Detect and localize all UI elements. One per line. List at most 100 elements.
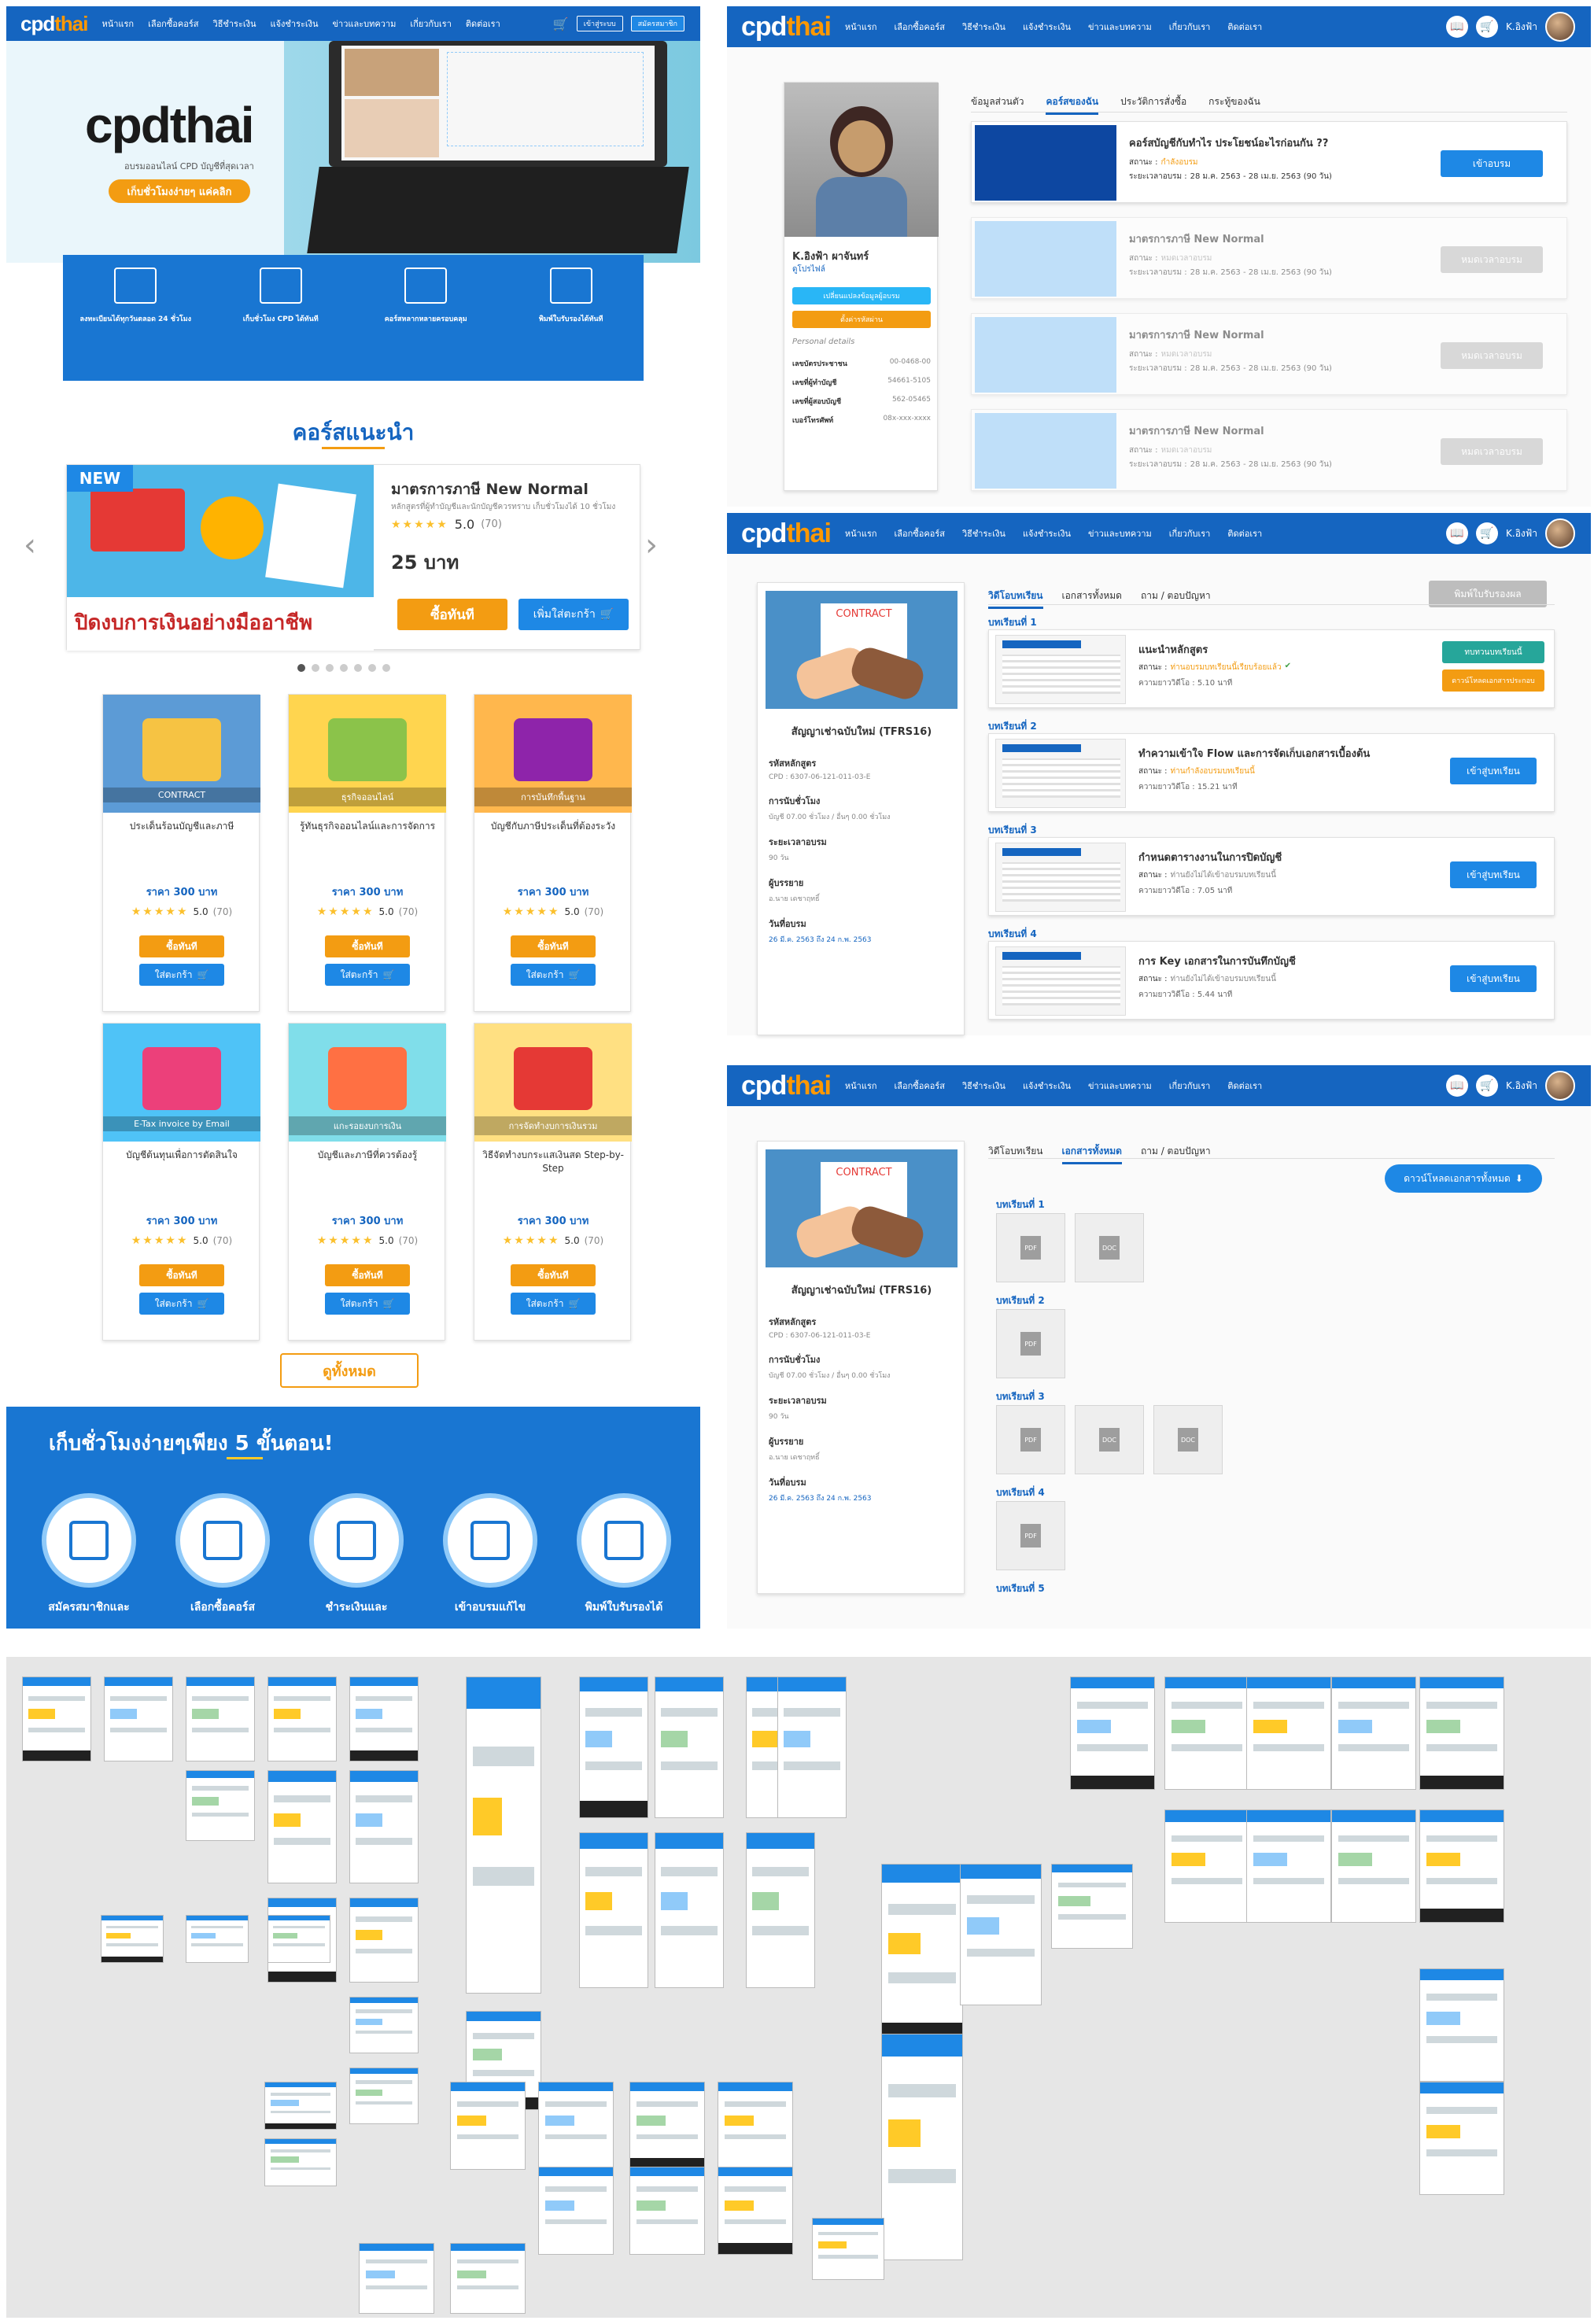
course-card[interactable]: ธุรกิจออนไลน์ รู้ทันธุรกิจออนไลน์และการจั…	[288, 694, 446, 1012]
canvas-frame-thumbnail[interactable]	[960, 1863, 1042, 2005]
menu-item-4[interactable]: ข่าวและบทความ	[1088, 20, 1152, 34]
user-avatar[interactable]	[1545, 518, 1575, 548]
course-card[interactable]: CONTRACT ประเด็นร้อนบัญชีและภาษี ราคา 300 …	[102, 694, 260, 1012]
canvas-frame-thumbnail[interactable]	[450, 2082, 526, 2170]
menu-item-1[interactable]: เลือกซื้อคอร์ส	[895, 526, 945, 540]
my-courses-icon[interactable]: 📖	[1446, 16, 1469, 38]
canvas-frame-thumbnail[interactable]	[538, 2082, 614, 2170]
tab-1[interactable]: เอกสารทั้งหมด	[1061, 1141, 1122, 1164]
canvas-frame-thumbnail[interactable]	[268, 1914, 330, 1963]
menu-item-3[interactable]: แจ้งชำระเงิน	[1023, 526, 1071, 540]
view-all-button[interactable]: ดูทั้งหมด	[280, 1353, 419, 1388]
canvas-frame-thumbnail[interactable]	[881, 1863, 963, 2045]
file-tile[interactable]: DOC	[1075, 1405, 1144, 1474]
canvas-frame-thumbnail[interactable]	[1070, 1677, 1155, 1791]
file-tile[interactable]: DOC	[1153, 1405, 1223, 1474]
canvas-frame-thumbnail[interactable]	[1419, 1809, 1504, 1924]
menu-item-1[interactable]: เลือกซื้อคอร์ส	[895, 20, 945, 34]
menu-item-0[interactable]: หน้าแรก	[101, 17, 134, 31]
site-logo[interactable]: cpdthai	[727, 518, 845, 549]
menu-item-6[interactable]: ติดต่อเรา	[1227, 1079, 1262, 1093]
canvas-frame-thumbnail[interactable]	[718, 2167, 793, 2255]
canvas-frame-thumbnail[interactable]	[450, 2243, 526, 2315]
canvas-frame-thumbnail[interactable]	[777, 1677, 847, 1819]
canvas-frame-thumbnail[interactable]	[538, 2167, 614, 2255]
buy-now-button[interactable]: ซื้อทันที	[139, 935, 224, 957]
site-logo[interactable]: cpdthai	[727, 1071, 845, 1101]
canvas-frame-thumbnail[interactable]	[629, 2167, 705, 2255]
course-card[interactable]: การบันทึกพื้นฐาน บัญชีกับภาษีประเด็นที่ต้…	[474, 694, 632, 1012]
canvas-frame-thumbnail[interactable]	[718, 2082, 793, 2170]
canvas-frame-thumbnail[interactable]	[264, 2138, 337, 2187]
add-to-cart-button[interactable]: ใส่ตะกร้า 🛒	[139, 1293, 224, 1315]
menu-item-2[interactable]: วิธีชำระเงิน	[962, 20, 1005, 34]
buy-now-button[interactable]: ซื้อทันที	[511, 935, 596, 957]
canvas-frame-thumbnail[interactable]	[101, 1914, 164, 1963]
canvas-frame-thumbnail[interactable]	[1419, 1677, 1504, 1791]
download-material-button[interactable]: ดาวน์โหลดเอกสารประกอบ	[1442, 670, 1544, 692]
canvas-frame-thumbnail[interactable]	[1051, 1863, 1133, 1949]
canvas-frame-thumbnail[interactable]	[268, 1677, 337, 1762]
canvas-frame-thumbnail[interactable]	[1331, 1809, 1416, 1924]
download-all-button[interactable]: ดาวน์โหลดเอกสารทั้งหมด ⬇	[1385, 1164, 1542, 1193]
tab-0[interactable]: วิดีโอบทเรียน	[988, 585, 1043, 609]
user-name[interactable]: K.อิงฟ้า	[1506, 1079, 1537, 1094]
course-card[interactable]: E-Tax invoice by Email บัญชีต้นทุนเพื่อกา…	[102, 1023, 260, 1341]
canvas-frame-thumbnail[interactable]	[1246, 1809, 1331, 1924]
user-name[interactable]: K.อิงฟ้า	[1506, 526, 1537, 541]
review-lesson-button[interactable]: ทบทวนบทเรียนนี้	[1442, 641, 1544, 663]
menu-item-2[interactable]: วิธีชำระเงิน	[962, 1079, 1005, 1093]
canvas-frame-thumbnail[interactable]	[349, 1770, 419, 1883]
canvas-frame-thumbnail[interactable]	[1164, 1677, 1249, 1791]
enter-lesson-button[interactable]: เข้าสู่บทเรียน	[1450, 965, 1537, 992]
buy-now-button[interactable]: ซื้อทันที	[325, 1264, 410, 1286]
file-tile[interactable]: PDF	[996, 1309, 1065, 1378]
canvas-frame-thumbnail[interactable]	[655, 1677, 724, 1819]
canvas-frame-thumbnail[interactable]	[579, 1677, 648, 1819]
file-tile[interactable]: PDF	[996, 1405, 1065, 1474]
canvas-frame-thumbnail[interactable]	[881, 2033, 963, 2260]
canvas-frame-thumbnail[interactable]	[812, 2217, 884, 2280]
print-certificate-button[interactable]: พิมพ์ใบรับรองผล	[1429, 581, 1547, 607]
course-card[interactable]: การจัดทำงบการเงินรวม วิธีจัดทำงบกระแสเงิน…	[474, 1023, 632, 1341]
canvas-frame-thumbnail[interactable]	[1419, 1968, 1504, 2082]
edit-profile-button[interactable]: เปลี่ยนแปลงข้อมูลผู้อบรม	[792, 287, 931, 304]
menu-item-2[interactable]: วิธีชำระเงิน	[962, 526, 1005, 540]
menu-item-2[interactable]: วิธีชำระเงิน	[213, 17, 256, 31]
canvas-frame-thumbnail[interactable]	[186, 1914, 249, 1963]
add-to-cart-button[interactable]: ใส่ตะกร้า 🛒	[325, 964, 410, 986]
menu-item-4[interactable]: ข่าวและบทความ	[1088, 526, 1152, 540]
user-name[interactable]: K.อิงฟ้า	[1506, 20, 1537, 35]
cart-icon[interactable]: 🛒	[1476, 16, 1499, 38]
canvas-frame-thumbnail[interactable]	[629, 2082, 705, 2170]
canvas-frame-thumbnail[interactable]	[1246, 1677, 1331, 1791]
canvas-frame-thumbnail[interactable]	[186, 1770, 255, 1841]
enter-course-button[interactable]: เข้าอบรม	[1441, 150, 1543, 177]
menu-item-6[interactable]: ติดต่อเรา	[466, 17, 500, 31]
menu-item-5[interactable]: เกี่ยวกับเรา	[1169, 20, 1211, 34]
buy-now-button[interactable]: ซื้อทันที	[511, 1264, 596, 1286]
cart-icon[interactable]: 🛒	[1476, 1075, 1499, 1097]
user-avatar[interactable]	[1545, 12, 1575, 42]
set-password-button[interactable]: ตั้งค่ารหัสผ่าน	[792, 311, 931, 328]
register-button[interactable]: สมัครสมาชิก	[630, 16, 684, 31]
canvas-frame-thumbnail[interactable]	[359, 2243, 434, 2315]
tab-1[interactable]: เอกสารทั้งหมด	[1062, 585, 1122, 609]
enter-lesson-button[interactable]: เข้าสู่บทเรียน	[1450, 758, 1537, 784]
cart-icon[interactable]: 🛒	[553, 17, 569, 31]
menu-item-5[interactable]: เกี่ยวกับเรา	[1169, 526, 1211, 540]
menu-item-0[interactable]: หน้าแรก	[845, 1079, 877, 1093]
canvas-frame-thumbnail[interactable]	[268, 1770, 337, 1883]
tab-0[interactable]: วิดีโอบทเรียน	[988, 1141, 1043, 1164]
canvas-frame-thumbnail[interactable]	[1331, 1677, 1416, 1791]
canvas-frame-thumbnail[interactable]	[746, 1832, 815, 1989]
canvas-frame-thumbnail[interactable]	[579, 1832, 648, 1989]
canvas-frame-thumbnail[interactable]	[264, 2082, 337, 2130]
menu-item-0[interactable]: หน้าแรก	[845, 20, 877, 34]
my-courses-icon[interactable]: 📖	[1446, 522, 1469, 544]
canvas-frame-thumbnail[interactable]	[1419, 2082, 1504, 2195]
site-logo[interactable]: cpdthai	[6, 12, 101, 36]
canvas-frame-thumbnail[interactable]	[104, 1677, 173, 1762]
menu-item-3[interactable]: แจ้งชำระเงิน	[271, 17, 319, 31]
featured-cart-button[interactable]: เพิ่มใส่ตะกร้า 🛒	[518, 599, 629, 630]
